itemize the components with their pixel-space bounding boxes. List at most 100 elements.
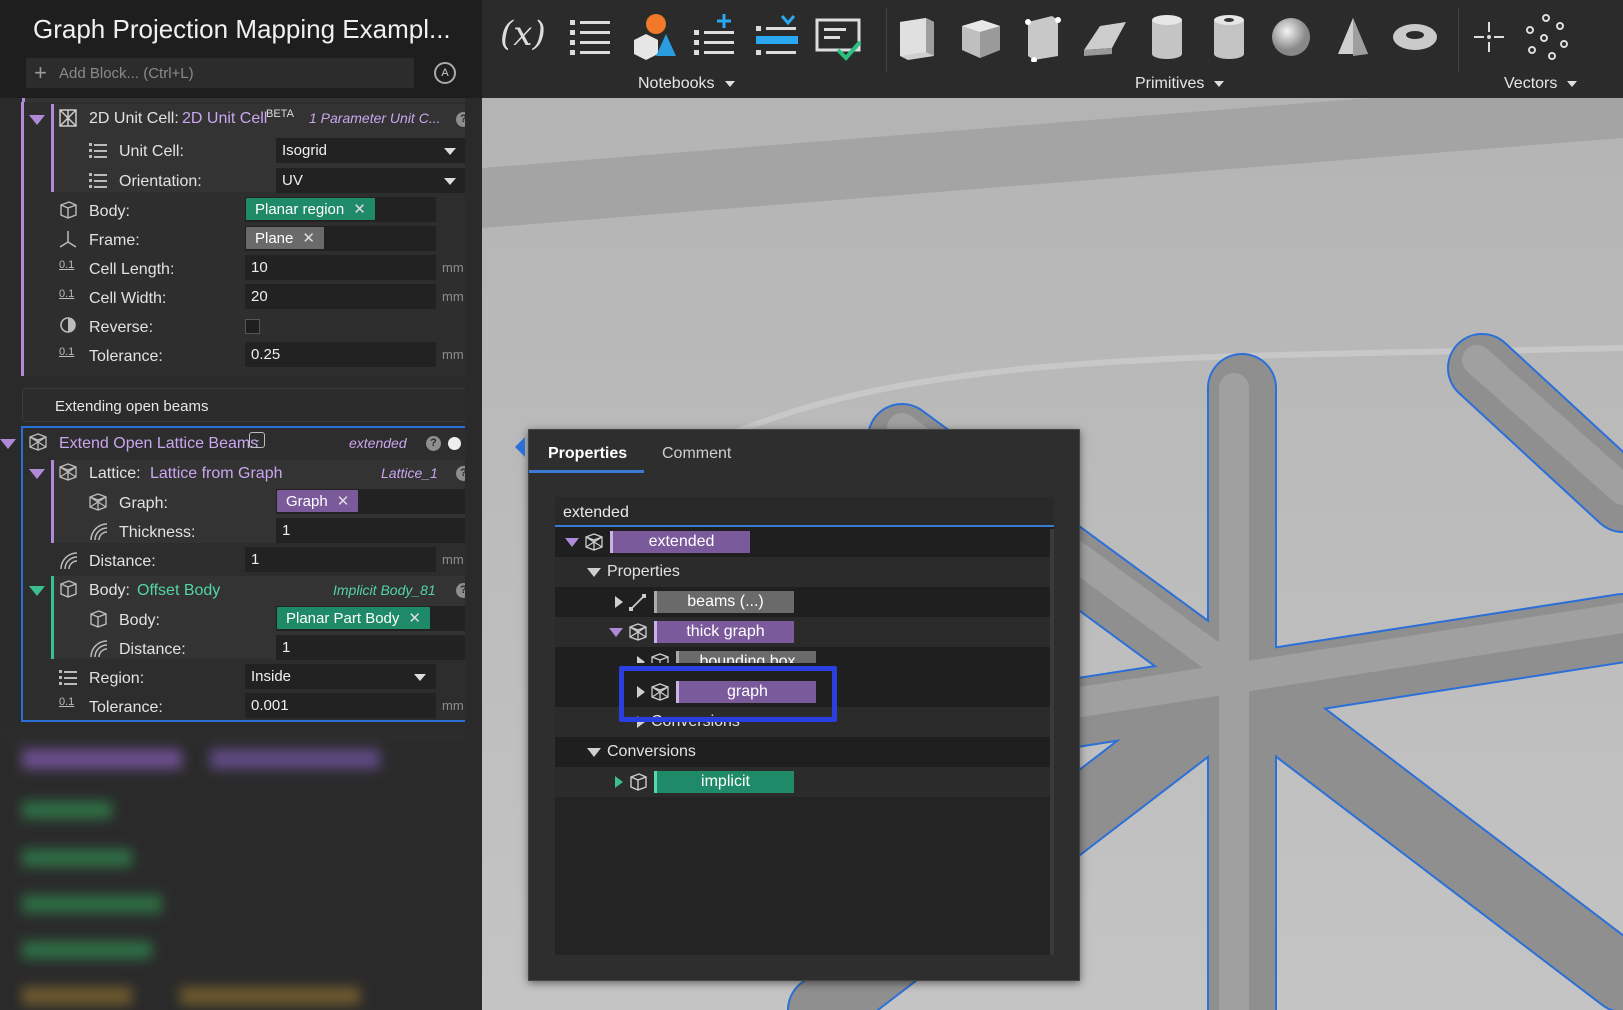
beta-badge: BETA	[266, 108, 294, 120]
tree-row-root[interactable]: extended	[555, 527, 1054, 557]
wedge-icon[interactable]	[1080, 12, 1130, 62]
orientation-select[interactable]: UV	[276, 168, 466, 193]
panel-splitter[interactable]	[465, 98, 482, 1010]
tree-implicit-chip[interactable]: implicit	[654, 771, 794, 793]
body-type[interactable]: Offset Body	[137, 582, 220, 600]
graph-chip[interactable]: Graph ✕	[277, 490, 359, 512]
inner-body-field[interactable]: Planar Part Body ✕	[276, 606, 467, 631]
inner-distance-input[interactable]: 1	[276, 635, 467, 660]
list-icon[interactable]	[566, 12, 616, 62]
expand-arrow-icon[interactable]	[615, 776, 623, 788]
tree-row-bounding-box[interactable]: bounding box	[555, 647, 1054, 663]
chevron-down-icon[interactable]: ⌄	[249, 432, 265, 448]
section-heading[interactable]: Extending open beams	[55, 398, 208, 415]
graph-field[interactable]: Graph ✕	[276, 489, 467, 514]
collapse-extend-toggle[interactable]	[0, 439, 16, 449]
property-tree-header: extended	[555, 497, 1054, 527]
notebook-title[interactable]: Graph Projection Mapping Exampl...	[33, 14, 451, 45]
cube-icon[interactable]	[956, 12, 1006, 62]
collapse-unit-cell-toggle[interactable]	[29, 115, 45, 125]
auto-run-icon[interactable]: A	[434, 62, 456, 84]
tree-thick-graph-chip[interactable]: thick graph	[654, 621, 794, 643]
point-icon[interactable]	[1464, 12, 1514, 62]
list-icon	[59, 670, 77, 685]
expand-arrow-icon[interactable]	[587, 568, 601, 577]
tree-row-beams[interactable]: beams (...)	[555, 587, 1054, 617]
tree-beams-chip[interactable]: beams (...)	[654, 591, 794, 613]
run-status-icon[interactable]	[448, 437, 461, 450]
extend-tolerance-input[interactable]: 0.001	[245, 693, 436, 718]
unit-cell-output[interactable]: 1 Parameter Unit C...	[309, 110, 441, 126]
region-label: Region:	[89, 670, 145, 687]
add-block-input[interactable]: + Add Block... (Ctrl+L)	[26, 58, 414, 88]
unit-cell-select[interactable]: Isogrid	[276, 138, 466, 163]
help-icon[interactable]: ?	[426, 436, 441, 451]
unit-cell-type[interactable]: 2D Unit Cell	[182, 110, 267, 128]
tree-row-properties[interactable]: Properties	[555, 557, 1054, 587]
tolerance-input[interactable]: 0.25	[245, 342, 436, 367]
expand-arrow-icon[interactable]	[587, 748, 601, 757]
tree-scrollbar[interactable]	[1050, 529, 1054, 955]
distance-input[interactable]: 1	[245, 547, 436, 572]
body-chip-label: Planar region	[255, 201, 345, 218]
cone-icon[interactable]	[1328, 12, 1378, 62]
reverse-checkbox[interactable]	[245, 319, 260, 334]
expand-arrow-icon[interactable]	[565, 538, 579, 547]
prism-icon[interactable]	[1018, 12, 1068, 62]
frame-icon	[59, 231, 77, 248]
lattice-icon	[629, 623, 647, 641]
close-icon[interactable]: ✕	[337, 493, 350, 510]
expand-arrow-icon[interactable]	[615, 596, 623, 608]
lattice-type[interactable]: Lattice from Graph	[150, 465, 283, 483]
property-tree: extended extended Properties beams (...)…	[555, 497, 1054, 955]
cell-width-input[interactable]: 20	[245, 284, 436, 309]
sphere-icon[interactable]	[1266, 12, 1316, 62]
close-icon[interactable]: ✕	[302, 230, 315, 247]
cylinder-icon[interactable]	[1142, 12, 1192, 62]
expand-arrow-icon[interactable]	[637, 656, 645, 663]
torus-icon[interactable]	[1390, 12, 1440, 62]
lattice-icon	[651, 653, 669, 663]
variable-icon[interactable]: (x)	[500, 14, 550, 64]
add-list-icon[interactable]	[690, 12, 740, 62]
close-icon[interactable]: ✕	[408, 610, 421, 627]
thickness-input[interactable]: 1	[276, 518, 467, 543]
shapes-icon[interactable]	[628, 12, 678, 62]
body-icon	[60, 580, 77, 598]
lattice-output[interactable]: Lattice_1	[381, 465, 438, 481]
tree-row-thick-graph[interactable]: thick graph	[555, 617, 1054, 647]
body-output[interactable]: Implicit Body_81	[333, 582, 436, 598]
box-icon[interactable]	[892, 12, 942, 62]
tree-bounding-box-chip[interactable]: bounding box	[676, 651, 816, 663]
expand-arrow-icon[interactable]	[609, 628, 623, 637]
tree-row-implicit[interactable]: implicit	[555, 767, 1054, 797]
frame-field[interactable]: Plane ✕	[245, 226, 436, 251]
extend-output[interactable]: extended	[349, 435, 407, 451]
plus-icon: +	[34, 60, 47, 85]
tree-root-chip[interactable]: extended	[610, 531, 750, 553]
primitives-menu[interactable]: Primitives	[1135, 75, 1225, 93]
region-select[interactable]: Inside	[245, 664, 436, 689]
body-icon	[90, 610, 107, 628]
region-select-value: Inside	[251, 668, 292, 685]
extend-block-title[interactable]: Extend Open Lattice Beams	[59, 435, 258, 453]
vectors-menu[interactable]: Vectors	[1504, 75, 1578, 93]
collapse-lattice-toggle[interactable]	[29, 469, 45, 479]
body-field[interactable]: Planar region ✕	[245, 197, 436, 222]
close-icon[interactable]: ✕	[353, 201, 366, 218]
point-cloud-icon[interactable]	[1522, 12, 1572, 62]
collapse-offset-body-toggle[interactable]	[29, 586, 45, 596]
tab-properties[interactable]: Properties	[548, 445, 627, 463]
notebooks-menu[interactable]: Notebooks	[638, 75, 735, 93]
tab-comment[interactable]: Comment	[662, 445, 731, 463]
tree-row-conversions[interactable]: Conversions	[555, 737, 1054, 767]
body-chip[interactable]: Planar region ✕	[246, 198, 375, 220]
frame-chip[interactable]: Plane ✕	[246, 227, 324, 249]
insert-list-icon[interactable]	[752, 12, 802, 62]
inner-body-chip[interactable]: Planar Part Body ✕	[277, 607, 430, 629]
popup-pointer	[515, 437, 525, 457]
tube-icon[interactable]	[1204, 12, 1254, 62]
report-check-icon[interactable]	[814, 12, 864, 62]
cell-length-input[interactable]: 10	[245, 255, 436, 280]
unit-cell-select-value: Isogrid	[282, 142, 328, 159]
